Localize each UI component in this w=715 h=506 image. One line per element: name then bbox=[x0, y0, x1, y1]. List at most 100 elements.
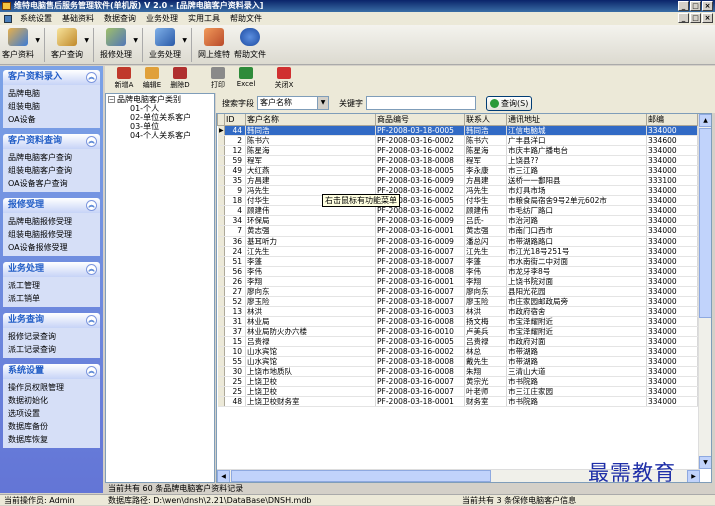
table-cell[interactable]: 李翔 bbox=[245, 276, 376, 287]
sidebar-item[interactable]: 品牌电脑客户查询 bbox=[8, 151, 95, 164]
table-cell[interactable]: PF-2008-03-16-0008 bbox=[375, 316, 465, 327]
table-cell[interactable]: 334000 bbox=[646, 215, 698, 227]
table-cell[interactable]: PF-2008-03-16-0001 bbox=[375, 276, 465, 287]
maximize-button[interactable]: □ bbox=[690, 1, 701, 11]
table-cell[interactable]: 市南门口西市 bbox=[506, 225, 647, 237]
table-cell[interactable]: 44 bbox=[224, 125, 246, 137]
tree-node[interactable]: 04-个人关系客户 bbox=[106, 131, 214, 140]
collapse-icon[interactable]: − bbox=[108, 96, 115, 103]
table-row[interactable]: 37 林业局防火办六楼 PF-2008-03-16-0010 卢美兵 市宝泽耀附近 334… bbox=[217, 326, 698, 337]
table-cell[interactable]: 334000 bbox=[646, 125, 698, 137]
table-cell[interactable]: 环保局 bbox=[245, 215, 376, 227]
table-cell[interactable]: 334000 bbox=[646, 286, 698, 297]
table-cell[interactable]: PF-2008-03-16-0007 bbox=[375, 376, 465, 388]
table-cell[interactable]: 市政府宿舍 bbox=[506, 306, 647, 317]
collapse-icon[interactable]: ︽ bbox=[86, 315, 97, 326]
table-cell[interactable]: PF-2008-03-18-0005 bbox=[375, 125, 465, 137]
table-cell[interactable]: 334000 bbox=[646, 266, 698, 277]
table-cell[interactable]: 2 bbox=[224, 135, 246, 147]
table-cell[interactable]: 顾建伟 bbox=[464, 205, 507, 217]
table-cell[interactable]: 三清山大道 bbox=[506, 366, 647, 378]
table-cell[interactable]: 334000 bbox=[646, 366, 698, 378]
collapse-icon[interactable]: ︽ bbox=[86, 264, 97, 275]
table-cell[interactable]: 334000 bbox=[646, 185, 698, 197]
collapse-icon[interactable]: ︽ bbox=[86, 366, 97, 377]
table-cell[interactable]: 李伟 bbox=[464, 266, 507, 277]
row-indicator[interactable] bbox=[217, 175, 225, 187]
table-row[interactable]: 13 林洪 PF-2008-03-16-0003 林洪 市政府宿舍 334000 bbox=[217, 306, 698, 317]
table-row[interactable]: 31 林业局 PF-2008-03-16-0008 扬文梅 市宝泽耀附近 334000 bbox=[217, 316, 698, 327]
sidebar-item[interactable]: 品牌电脑报修受理 bbox=[8, 215, 95, 228]
table-cell[interactable]: 4 bbox=[224, 205, 246, 217]
row-indicator[interactable] bbox=[217, 306, 225, 317]
row-indicator[interactable] bbox=[217, 256, 225, 267]
table-row[interactable]: 34 环保局 PF-2008-03-16-0009 吕氏- 市治河路 334000 bbox=[217, 215, 698, 227]
row-indicator[interactable] bbox=[217, 165, 225, 177]
table-row[interactable]: 4 顾建伟 PF-2008-03-16-0002 顾建伟 市毛纺厂路口 334000 bbox=[217, 205, 698, 217]
table-cell[interactable]: PF-2008-03-18-0008 bbox=[375, 155, 465, 167]
row-indicator[interactable] bbox=[217, 366, 225, 378]
row-indicator[interactable] bbox=[217, 145, 225, 157]
row-indicator[interactable] bbox=[217, 346, 225, 358]
table-cell[interactable]: 48 bbox=[224, 396, 246, 408]
delete-button[interactable]: 删除D bbox=[167, 66, 193, 90]
table-cell[interactable]: 49 bbox=[224, 165, 246, 177]
table-cell[interactable]: 黄志强 bbox=[464, 225, 507, 237]
table-cell[interactable]: PF-2008-03-18-0008 bbox=[375, 266, 465, 277]
table-cell[interactable]: PF-2008-03-16-0002 bbox=[375, 346, 465, 358]
table-cell[interactable]: PF-2008-03-16-0002 bbox=[375, 205, 465, 217]
row-indicator[interactable]: ▶ bbox=[217, 125, 225, 137]
menu-help[interactable]: 帮助文件 bbox=[225, 12, 267, 25]
row-indicator[interactable] bbox=[217, 185, 225, 197]
table-cell[interactable]: 34 bbox=[224, 215, 246, 227]
table-cell[interactable]: 方昌建 bbox=[464, 175, 507, 187]
table-cell[interactable]: 广丰县洋口 bbox=[506, 135, 647, 147]
table-cell[interactable]: 廖玉险 bbox=[245, 296, 376, 307]
sidebar-item[interactable]: 数据初始化 bbox=[8, 394, 95, 407]
scroll-left-icon[interactable]: ◀ bbox=[217, 470, 230, 482]
table-cell[interactable]: 黄志强 bbox=[245, 225, 376, 237]
row-indicator[interactable] bbox=[217, 326, 225, 337]
table-cell[interactable]: 市政府对面 bbox=[506, 336, 647, 348]
table-cell[interactable]: 叶老师 bbox=[464, 386, 507, 398]
table-cell[interactable]: 334000 bbox=[646, 296, 698, 307]
table-cell[interactable]: PF-2008-03-18-0007 bbox=[375, 296, 465, 307]
table-row[interactable]: 30 上饶市地质队 PF-2008-03-16-0008 朱翔 三清山大道 334000 bbox=[217, 366, 698, 378]
table-cell[interactable]: 334600 bbox=[646, 135, 698, 147]
table-cell[interactable]: 市带湖路 bbox=[506, 346, 647, 358]
table-cell[interactable]: 江先生 bbox=[245, 246, 376, 257]
table-cell[interactable]: 送桥一一鄱阳县 bbox=[506, 175, 647, 187]
table-cell[interactable]: 扬文梅 bbox=[464, 316, 507, 327]
table-cell[interactable]: 吕贵禄 bbox=[464, 336, 507, 348]
table-cell[interactable]: 潘总闪 bbox=[464, 236, 507, 247]
scroll-up-icon[interactable]: ▲ bbox=[699, 114, 711, 127]
table-cell[interactable]: 李蓬 bbox=[464, 256, 507, 267]
table-cell[interactable]: 朱翔 bbox=[464, 366, 507, 378]
table-cell[interactable]: 52 bbox=[224, 296, 246, 307]
table-cell[interactable]: 廖玉险 bbox=[464, 296, 507, 307]
child-restore-button[interactable]: □ bbox=[690, 13, 701, 23]
row-indicator[interactable] bbox=[217, 396, 225, 408]
row-indicator[interactable] bbox=[217, 276, 225, 287]
table-cell[interactable]: PF-2008-03-16-0003 bbox=[375, 306, 465, 317]
vertical-scrollbar[interactable]: ▲ ▼ bbox=[698, 114, 711, 469]
column-header[interactable]: 通讯地址 bbox=[506, 114, 647, 126]
table-cell[interactable]: 韩同浩 bbox=[245, 125, 376, 137]
table-cell[interactable]: 24 bbox=[224, 246, 246, 257]
collapse-icon[interactable]: ︽ bbox=[86, 136, 97, 147]
table-cell[interactable]: 18 bbox=[224, 195, 246, 207]
table-row[interactable]: 36 基耳听力 PF-2008-03-16-0009 潘总闪 市带湖路路口 334000 bbox=[217, 236, 698, 247]
table-row[interactable]: 10 山水宾馆 PF-2008-03-16-0002 林总 市带湖路 334000 bbox=[217, 346, 698, 358]
sidebar-item[interactable]: 报修记录查询 bbox=[8, 330, 95, 343]
column-header[interactable]: 商品编号 bbox=[375, 114, 465, 126]
sidebar-item[interactable]: 数据库恢复 bbox=[8, 433, 95, 446]
minimize-button[interactable]: _ bbox=[678, 1, 689, 11]
table-cell[interactable]: 334000 bbox=[646, 205, 698, 217]
menu-query[interactable]: 数据查询 bbox=[99, 12, 141, 25]
table-row[interactable]: 56 李伟 PF-2008-03-18-0008 李伟 市龙牙李8号 334000 bbox=[217, 266, 698, 277]
edit-button[interactable]: 编辑E bbox=[139, 66, 165, 90]
table-cell[interactable]: 市带湖路路口 bbox=[506, 236, 647, 247]
table-cell[interactable]: 李蓬 bbox=[245, 256, 376, 267]
table-row[interactable]: 27 廖向东 PF-2008-03-16-0007 廖向东 县阳光花园 334000 bbox=[217, 286, 698, 297]
table-cell[interactable]: 334000 bbox=[646, 225, 698, 237]
